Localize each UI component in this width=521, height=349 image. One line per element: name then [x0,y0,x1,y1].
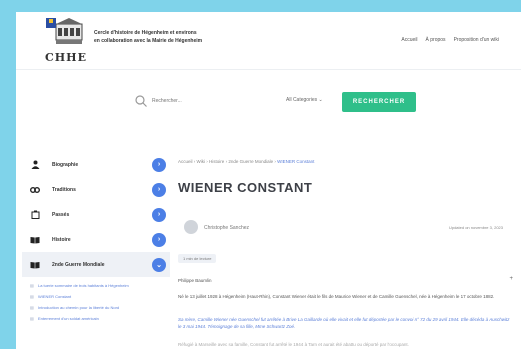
sidebar-subitem-label: Enterrement d'un soldat américain [38,316,99,321]
article-paragraph: Réfugié à Marseille avec sa famille, Con… [178,342,409,347]
book-icon [30,260,40,270]
avatar [184,220,198,234]
search-icon [135,95,147,107]
sidebar-item-label: Passés [52,211,70,218]
sidebar-item-label: Histoire [52,236,71,243]
nav-accueil[interactable]: Accueil [401,37,417,43]
article-paragraph: Philippe Baumlin [178,278,212,283]
sidebar-item-label: Biographie [52,161,79,168]
logo-emblem-icon [46,18,83,44]
breadcrumb-link[interactable]: Histoire [209,159,224,164]
chain-icon [30,185,40,195]
breadcrumb: Accueil › Wiki › Histoire › 2nde Guerre … [178,159,314,164]
sidebar-subitem-active[interactable]: ▤ WIENER Constant [30,294,170,299]
document-icon: ▤ [30,283,34,288]
reading-time-badge: 1 min de lecture [178,254,217,263]
chevron-down-icon[interactable]: ⌄ [152,257,166,272]
chevron-right-icon[interactable]: › [152,157,166,172]
nav-proposition[interactable]: Proposition d'un wiki [454,37,499,43]
reading-time: 1 min de lecture [183,256,212,261]
sidebar-item-passes[interactable]: Passés › [22,202,170,227]
document-icon: ▤ [30,316,34,321]
sidebar-item-histoire[interactable]: Histoire › [22,227,170,252]
breadcrumb-link[interactable]: Accueil [178,159,193,164]
book-icon [30,235,40,245]
category-select-value: All Categories [286,97,318,103]
sidebar-item-label: Traditions [52,186,76,193]
site-logo[interactable]: CHHE [44,16,88,64]
nav-a-propos[interactable]: À propos [426,37,446,43]
category-select[interactable]: All Categories ⌄ [286,97,323,103]
search-button[interactable]: RECHERCHER [342,92,416,112]
organization-name: Cercle d'histoire de Hégenheim et enviro… [94,29,202,45]
chevron-right-icon[interactable]: › [152,232,166,247]
document-icon: ▤ [30,305,34,310]
breadcrumb-link[interactable]: 2nde Guerre Mondiale [228,159,273,164]
person-icon [30,160,40,170]
page-title: WIENER CONSTANT [178,180,313,195]
sidebar-subitem-label: Introduction au chemin pour la liberté d… [38,305,120,310]
sidebar-subitem-label: La tuerie sommaire de trois habitants à … [38,283,129,288]
logo-text: CHHE [45,51,87,64]
sidebar-item-2nde-guerre-mondiale[interactable]: 2nde Guerre Mondiale ⌄ [22,252,170,277]
sidebar-subitem[interactable]: ▤ Introduction au chemin pour la liberté… [30,305,170,310]
document-icon: ▤ [30,294,34,299]
sidebar-item-traditions[interactable]: Traditions › [22,177,170,202]
sidebar-item-biographie[interactable]: Biographie › [22,152,170,177]
browser-frame-left [0,0,16,349]
top-nav: Accueil À propos Proposition d'un wiki [401,37,499,43]
org-line-2: en collaboration avec la Mairie de Hégen… [94,38,203,44]
sidebar-subitems: ▤ La tuerie sommaire de trois habitants … [22,283,170,321]
chevron-down-icon: ⌄ [318,97,323,103]
author-name[interactable]: Christophe Sanchez [204,225,249,231]
sidebar-subitem[interactable]: ▤ La tuerie sommaire de trois habitants … [30,283,170,288]
breadcrumb-link[interactable]: Wiki [197,159,206,164]
sidebar-subitem-label: WIENER Constant [38,294,72,299]
search-input[interactable] [152,95,272,107]
search-bar: All Categories ⌄ RECHERCHER [116,92,426,112]
author-row: Christophe Sanchez Updated on novembre 3… [178,218,515,242]
article-paragraph: Né le 13 juillet 1928 à Hégenheim (Haut-… [178,294,495,299]
updated-date: Updated on novembre 3, 2023 [448,225,503,230]
browser-frame-top [0,0,521,12]
chevron-right-icon[interactable]: › [152,207,166,222]
chevron-right-icon[interactable]: › [152,182,166,197]
site-header: CHHE Cercle d'histoire de Hégenheim et e… [16,12,521,70]
sidebar-subitem[interactable]: ▤ Enterrement d'un soldat américain [30,316,170,321]
building-icon [30,210,40,220]
breadcrumb-current: WIENER Constant [277,159,315,164]
org-line-1: Cercle d'histoire de Hégenheim et enviro… [94,30,197,36]
sidebar: Biographie › Traditions › Passés › Histo… [22,152,170,321]
sidebar-item-label: 2nde Guerre Mondiale [52,261,105,268]
article-paragraph-quote: Sa mère, Camille Wiener née Guenschel fu… [178,317,510,329]
